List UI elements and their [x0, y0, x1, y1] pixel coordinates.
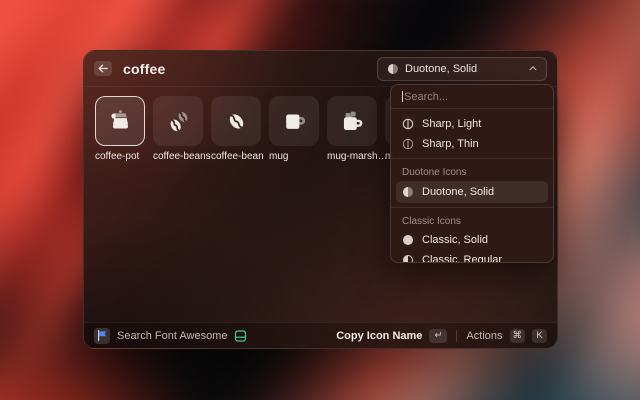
dropdown-list: Sharp, Light Sharp, Thin Duotone Icons D… — [391, 109, 553, 263]
cmd-keycap: ⌘ — [510, 329, 526, 343]
header: coffee Duotone, Solid — [84, 51, 557, 87]
dropdown-item-classic-regular[interactable]: Classic, Regular — [396, 250, 548, 263]
icon-result-mug-marshmallows: mug-marsh… — [327, 96, 377, 162]
dropdown-item-sharp-light[interactable]: Sharp, Light — [396, 114, 548, 134]
divider — [456, 330, 457, 342]
k-keycap: K — [532, 329, 547, 343]
font-awesome-logo-icon — [94, 328, 110, 344]
desktop: coffee Duotone, Solid — [0, 0, 640, 400]
circle-half-duotone-icon — [402, 186, 414, 198]
icon-label: coffee-bean — [211, 151, 261, 162]
footer-bar: Search Font Awesome Copy Icon Name ↵ Act… — [84, 322, 557, 348]
icon-result-coffee-bean: coffee-bean — [211, 96, 261, 162]
back-button[interactable] — [94, 61, 112, 76]
circle-split-thin-icon — [402, 138, 414, 150]
icon-label: mug — [269, 151, 319, 162]
dropdown-item-sharp-thin[interactable]: Sharp, Thin — [396, 134, 548, 154]
circle-half-outline-icon — [402, 254, 414, 263]
dropdown-search-input[interactable]: Search... — [391, 85, 553, 109]
dropdown-item-classic-solid[interactable]: Classic, Solid — [396, 230, 548, 250]
arrow-left-icon — [98, 64, 108, 73]
mug-marshmallows-icon — [339, 108, 366, 135]
dropdown-search-placeholder: Search... — [404, 91, 448, 103]
app-name: Search Font Awesome — [117, 330, 227, 342]
dropdown-item-duotone-solid[interactable]: Duotone, Solid — [396, 181, 548, 203]
icon-tile[interactable] — [269, 96, 319, 146]
circle-split-light-icon — [402, 118, 414, 130]
divider — [391, 158, 553, 159]
coffee-beans-icon — [165, 108, 192, 135]
dropdown-section-duotone: Duotone Icons — [396, 163, 548, 181]
coffee-pot-icon — [107, 108, 134, 135]
icon-label: coffee-pot — [95, 151, 145, 162]
launcher-window: coffee Duotone, Solid — [83, 50, 558, 349]
divider — [391, 207, 553, 208]
icon-tile[interactable] — [153, 96, 203, 146]
dropdown-section-classic: Classic Icons — [396, 212, 548, 230]
icon-result-coffee-beans: coffee-beans — [153, 96, 203, 162]
icon-label: coffee-beans — [153, 151, 203, 162]
circle-solid-icon — [402, 234, 414, 246]
coffee-bean-icon — [223, 108, 250, 135]
icon-result-mug: mug — [269, 96, 319, 162]
text-caret — [402, 91, 403, 102]
style-dropdown-label: Duotone, Solid — [405, 63, 523, 75]
icon-label: mug-marsh… — [327, 151, 377, 162]
icon-result-coffee-pot: coffee-pot — [95, 96, 145, 162]
actions-button[interactable]: Actions — [466, 330, 502, 342]
icon-tile[interactable] — [327, 96, 377, 146]
style-dropdown-menu: Search... Sharp, Light Sharp, Thin Duoto… — [390, 84, 554, 263]
search-query-input[interactable]: coffee — [123, 61, 165, 77]
chevron-up-icon — [529, 66, 537, 71]
mug-icon — [281, 108, 308, 135]
icon-tile[interactable] — [211, 96, 261, 146]
icon-results-grid: coffee-pot coffee-beans coffee-bean — [95, 96, 435, 162]
duotone-circle-icon — [387, 63, 399, 75]
enter-keycap: ↵ — [429, 329, 447, 343]
style-dropdown-button[interactable]: Duotone, Solid — [377, 57, 547, 81]
copy-icon-name-action[interactable]: Copy Icon Name — [336, 330, 422, 342]
flag-glyph — [97, 330, 107, 341]
green-pager-icon — [234, 329, 247, 343]
icon-tile-selected[interactable] — [95, 96, 145, 146]
